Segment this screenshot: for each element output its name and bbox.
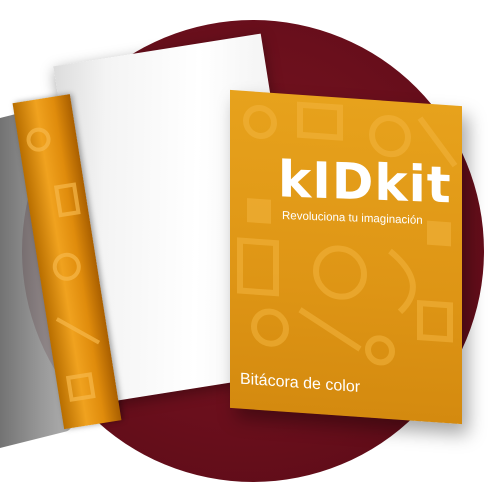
brand-logo: kIDkit	[278, 150, 452, 215]
notebook-cover: kIDkit Revoluciona tu imaginación Bitáco…	[230, 89, 462, 425]
product-mockup: kIDkit Revoluciona tu imaginación Bitáco…	[0, 0, 500, 500]
